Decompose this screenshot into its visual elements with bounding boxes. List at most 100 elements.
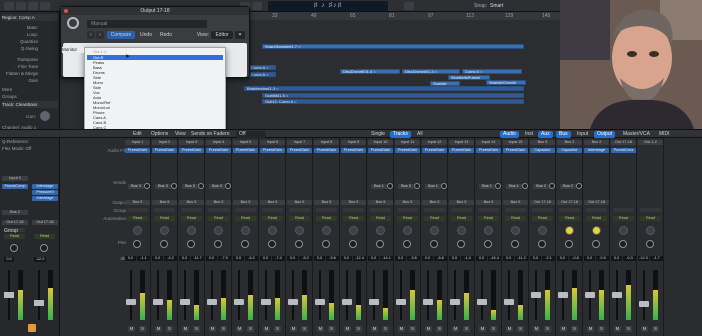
output-slot[interactable]: Out 17-18 xyxy=(530,200,555,205)
output-slot[interactable]: Bus 5 xyxy=(476,200,501,205)
input-monitor-icon[interactable] xyxy=(295,226,304,235)
undo-button[interactable]: Undo xyxy=(137,31,155,39)
input-monitor-icon[interactable] xyxy=(133,226,142,235)
mute-button[interactable]: M xyxy=(128,326,135,332)
volume-fader[interactable] xyxy=(450,298,460,305)
region[interactable]: DiscDrone#01.3 ○ xyxy=(402,69,460,74)
volume-fader[interactable] xyxy=(126,298,136,305)
pan-knob[interactable] xyxy=(457,240,465,248)
track-icon[interactable] xyxy=(40,111,50,121)
solo-button[interactable]: S xyxy=(166,326,173,332)
pan-knob[interactable] xyxy=(214,240,222,248)
output-slot[interactable]: Out 17-18 xyxy=(2,220,28,225)
input-slot[interactable]: Input 7 xyxy=(287,140,312,145)
plugin-slot[interactable]: PurestGain xyxy=(449,148,474,153)
output-slot[interactable]: Bus 5 xyxy=(233,200,258,205)
group-slot[interactable] xyxy=(397,208,418,212)
input-monitor-icon[interactable] xyxy=(619,226,628,235)
plugin-slot[interactable]: PurestGain xyxy=(125,148,150,153)
region-inspector-header[interactable]: Region: Comp A xyxy=(2,14,58,21)
pan-knob[interactable] xyxy=(592,240,600,248)
region[interactable]: Comp A ○ xyxy=(462,69,522,74)
automation-mode[interactable]: Read xyxy=(370,216,391,221)
automation-mode[interactable]: Read xyxy=(181,216,202,221)
volume-fader[interactable] xyxy=(288,298,298,305)
plugin-slot[interactable]: PressureII xyxy=(32,190,58,195)
output-slot[interactable]: Bus 5 xyxy=(449,200,474,205)
volume-fader[interactable] xyxy=(423,298,433,305)
plugin-slot[interactable]: Capacitor xyxy=(530,148,555,153)
solo-button[interactable]: S xyxy=(301,326,308,332)
pan-knob[interactable] xyxy=(376,240,384,248)
region[interactable]: SineBellsPulse# xyxy=(448,75,490,80)
input-slot[interactable]: Input 9 xyxy=(341,140,366,145)
solo-button[interactable]: S xyxy=(355,326,362,332)
input-monitor-icon[interactable] xyxy=(565,226,574,235)
automation-mode[interactable]: Read xyxy=(34,234,55,239)
solo-button[interactable]: S xyxy=(517,326,524,332)
region[interactable]: DiscDroneE01.4 ○ xyxy=(340,69,400,74)
region[interactable]: Sparkle xyxy=(430,81,460,86)
input-monitor-icon[interactable] xyxy=(592,226,601,235)
type-inst[interactable]: Inst xyxy=(522,131,536,138)
mute-button[interactable]: M xyxy=(290,326,297,332)
group-slot[interactable] xyxy=(613,208,634,212)
pan-knob[interactable] xyxy=(646,240,654,248)
volume-fader[interactable] xyxy=(612,292,622,298)
input-slot[interactable]: Input 8 xyxy=(314,140,339,145)
output-slot[interactable]: Bus 5 xyxy=(287,200,312,205)
volume-fader[interactable] xyxy=(261,298,271,305)
snap-select[interactable]: Smart xyxy=(490,3,503,9)
type-midi[interactable]: MIDI xyxy=(656,131,673,138)
more-disclosure[interactable]: More xyxy=(2,86,58,93)
send-level-knob[interactable] xyxy=(198,183,204,189)
sends-on-faders-select[interactable]: Off xyxy=(236,131,266,138)
mute-button[interactable]: M xyxy=(614,326,621,332)
pan-knob[interactable] xyxy=(403,240,411,248)
group-slot[interactable] xyxy=(262,208,283,212)
input-monitor-icon[interactable] xyxy=(457,226,466,235)
input-monitor-icon[interactable] xyxy=(538,226,547,235)
tuner-button[interactable] xyxy=(404,2,414,10)
plugin-slot[interactable]: PurestGain xyxy=(260,148,285,153)
solo-button[interactable]: S xyxy=(463,326,470,332)
send-slot[interactable]: Bus 1 xyxy=(371,184,387,189)
plugin-slot[interactable]: PurestCons xyxy=(611,148,636,153)
volume-fader[interactable] xyxy=(234,298,244,305)
automation-mode[interactable]: Read xyxy=(4,234,25,239)
input-monitor-icon[interactable] xyxy=(349,226,358,235)
link-icon[interactable]: ⚭ xyxy=(235,31,245,39)
type-master-vca[interactable]: Master/VCA xyxy=(620,131,653,138)
solo-button[interactable]: S xyxy=(571,326,578,332)
input-monitor-icon[interactable] xyxy=(214,226,223,235)
send-slot[interactable]: Bus 2 xyxy=(560,184,576,189)
region[interactable]: Brightening#1.3 ○ xyxy=(244,86,524,91)
preset-select[interactable]: Manual xyxy=(87,20,207,28)
solo-button[interactable]: S xyxy=(328,326,335,332)
group-slot[interactable]: Group xyxy=(4,228,25,234)
type-input[interactable]: Input xyxy=(574,131,591,138)
input-slot[interactable]: Input 12 xyxy=(422,140,447,145)
plugin-slot[interactable]: PurestGain xyxy=(503,148,528,153)
inspector-button[interactable] xyxy=(16,2,26,10)
automation-mode[interactable]: Read xyxy=(613,216,634,221)
pan-knob[interactable] xyxy=(538,240,546,248)
automation-mode[interactable]: Read xyxy=(532,216,553,221)
mute-button[interactable]: M xyxy=(533,326,540,332)
pan-knob[interactable] xyxy=(349,240,357,248)
plugin-slot[interactable]: Interstage xyxy=(32,196,58,201)
send-slot[interactable]: Bus 2 xyxy=(533,184,549,189)
volume-fader[interactable] xyxy=(639,300,649,307)
mute-button[interactable]: M xyxy=(587,326,594,332)
solo-button[interactable]: S xyxy=(274,326,281,332)
group-slot[interactable] xyxy=(208,208,229,212)
volume-fader[interactable] xyxy=(207,298,217,305)
plugin-slot[interactable]: PurestGain xyxy=(422,148,447,153)
solo-button[interactable]: S xyxy=(544,326,551,332)
compare-button[interactable]: Compare xyxy=(107,31,135,39)
volume-fader[interactable] xyxy=(153,298,163,305)
solo-button[interactable]: S xyxy=(625,326,632,332)
send-level-knob[interactable] xyxy=(414,183,420,189)
solo-button[interactable]: S xyxy=(193,326,200,332)
automation-mode[interactable]: Read xyxy=(586,216,607,221)
